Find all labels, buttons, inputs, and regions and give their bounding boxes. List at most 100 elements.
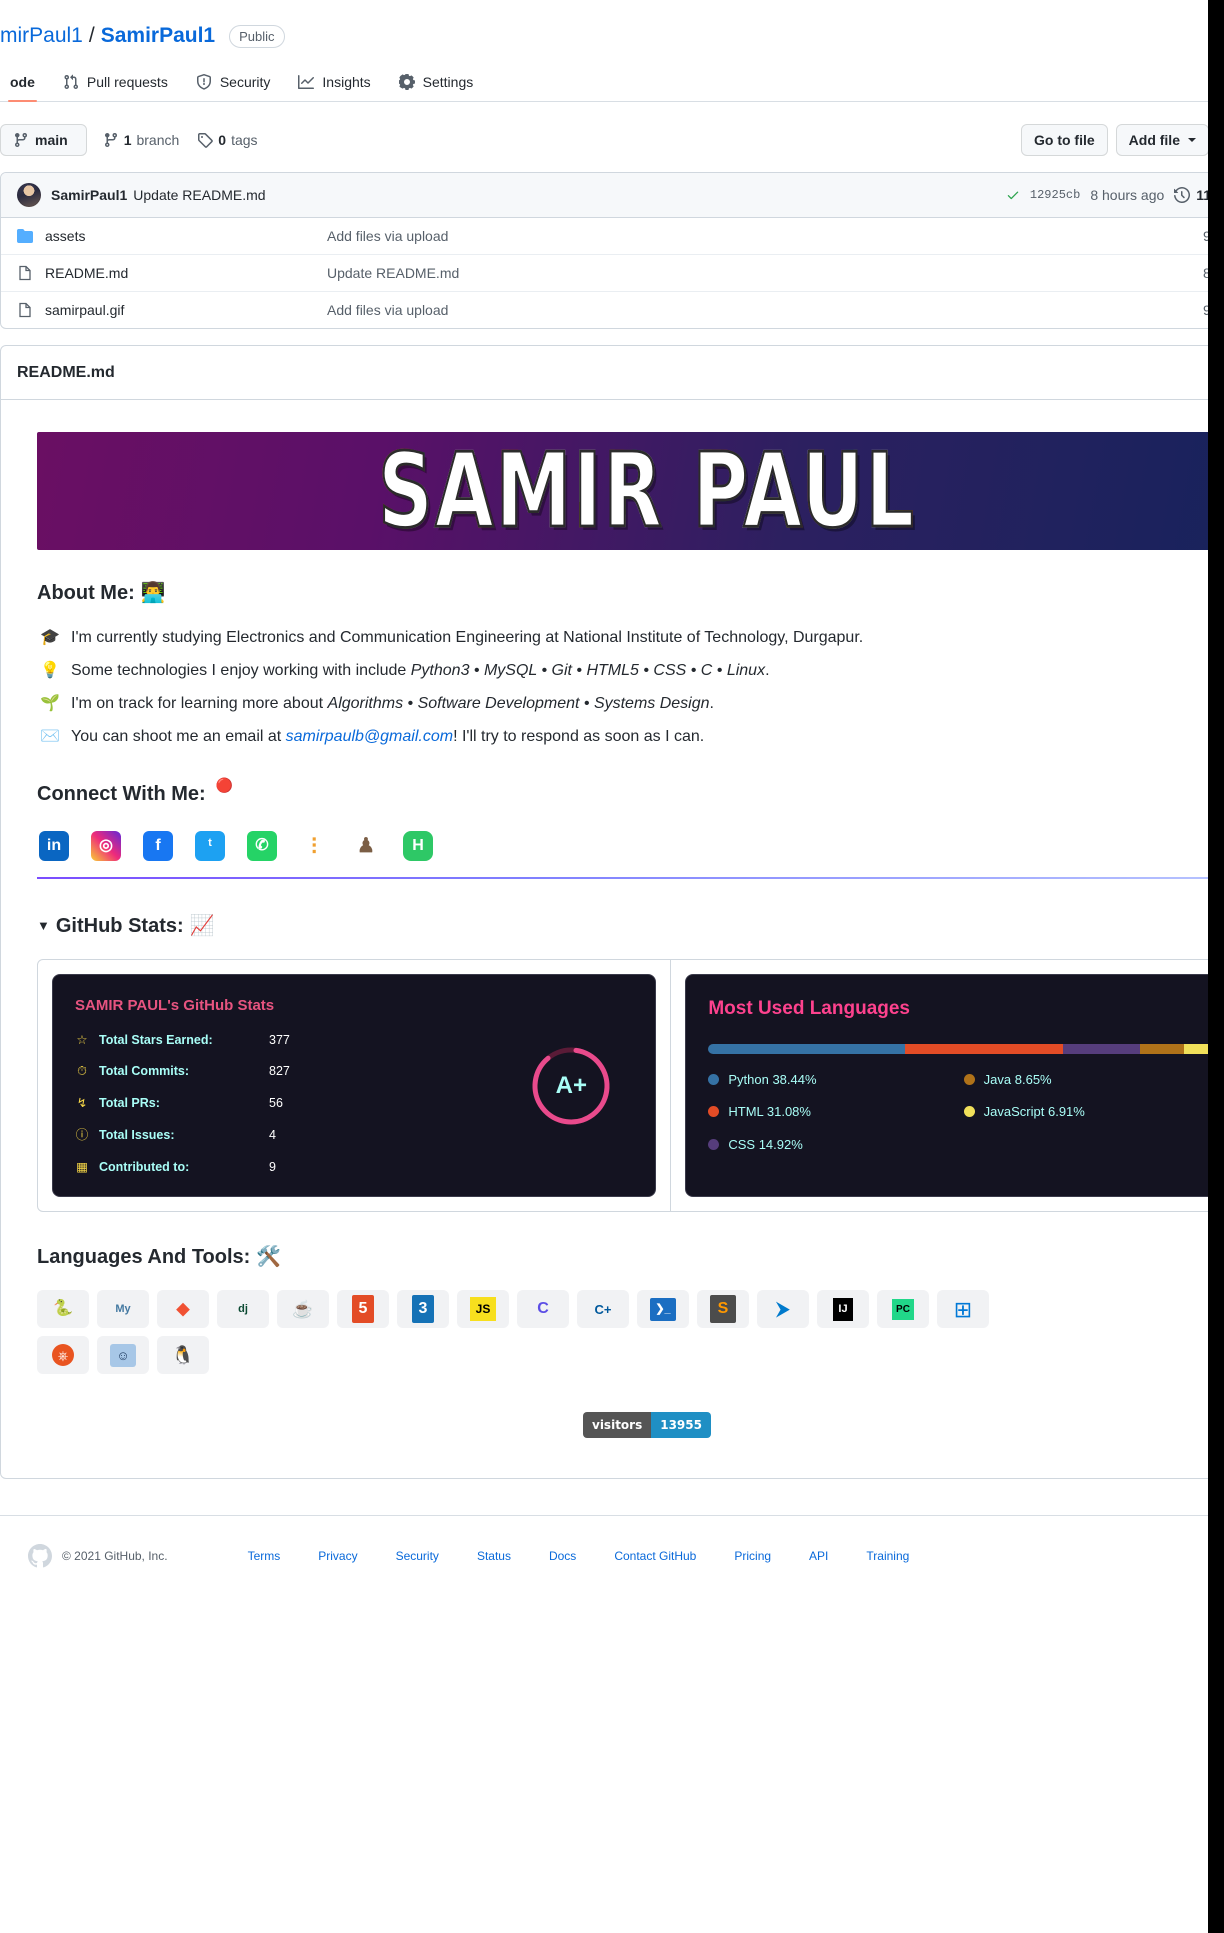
footer-links: Terms Privacy Security Status Docs Conta… <box>248 1549 910 1563</box>
add-file-button[interactable]: Add file <box>1115 124 1208 156</box>
about-item-text: I'm on track for learning more about Alg… <box>71 692 714 716</box>
footer-link-api[interactable]: API <box>809 1549 828 1563</box>
red-circle-emoji-icon: 🔴 <box>215 776 234 793</box>
linux-glyph: 🐧 <box>171 1344 195 1365</box>
file-commit-message[interactable]: Add files via upload <box>327 302 1107 318</box>
footer-link-pricing[interactable]: Pricing <box>734 1549 771 1563</box>
file-name[interactable]: samirpaul.gif <box>45 302 124 318</box>
file-commit-message[interactable]: Update README.md <box>327 265 1107 281</box>
branch-selector[interactable]: main <box>0 124 87 156</box>
hackerrank-icon[interactable]: H <box>403 831 433 861</box>
technologist-emoji-icon: 👨‍💻 <box>140 582 166 604</box>
footer-link-security[interactable]: Security <box>396 1549 439 1563</box>
c-icon[interactable]: C <box>517 1290 569 1329</box>
django-icon[interactable]: dj <box>217 1290 269 1329</box>
connect-heading-text: Connect With Me: <box>37 783 206 805</box>
breadcrumb-separator: / <box>88 24 95 47</box>
tools-list: 🐍 My ⬥ dj ☕ 5 3 JS C C+ ❯_ S ⮞ IJ PC ⊞ ⎈… <box>37 1290 1047 1375</box>
codechef-icon[interactable]: ♟ <box>351 831 381 861</box>
intellij-icon[interactable]: IJ <box>817 1290 869 1329</box>
tab-insights[interactable]: Insights <box>288 66 380 101</box>
tab-pull-requests-label: Pull requests <box>86 74 168 90</box>
ubuntu-icon[interactable]: ⎈ <box>37 1336 89 1375</box>
macos-icon[interactable]: ☺ <box>97 1336 149 1375</box>
table-row[interactable]: README.md Update README.md 8 hours ago <box>1 255 1208 292</box>
pycharm-icon[interactable]: PC <box>877 1290 929 1329</box>
cplusplus-glyph: C+ <box>594 1301 612 1317</box>
visitors-label: visitors <box>583 1412 652 1439</box>
readme-filename: README.md <box>17 363 115 381</box>
javascript-icon[interactable]: JS <box>457 1290 509 1329</box>
tab-settings-label: Settings <box>422 74 474 90</box>
linkedin-icon[interactable]: in <box>39 831 69 861</box>
grade-value: A+ <box>555 1071 588 1099</box>
language-bar-segment-javascript <box>1183 1043 1208 1054</box>
facebook-icon[interactable]: f <box>143 831 173 861</box>
sublimetext-icon[interactable]: S <box>697 1290 749 1329</box>
file-name[interactable]: README.md <box>45 265 128 281</box>
tag-icon <box>198 133 214 148</box>
instagram-icon[interactable]: ◎ <box>91 831 121 861</box>
file-age: 9 hours ago <box>1107 302 1208 318</box>
linux-icon[interactable]: 🐧 <box>157 1336 209 1375</box>
repo-owner-link[interactable]: mirPaul1 <box>0 24 83 48</box>
footer-link-privacy[interactable]: Privacy <box>318 1549 357 1563</box>
stat-value: 377 <box>269 1032 290 1047</box>
java-icon[interactable]: ☕ <box>277 1290 329 1329</box>
footer-link-status[interactable]: Status <box>477 1549 511 1563</box>
email-link[interactable]: samirpaulb@gmail.com <box>286 728 453 745</box>
css3-icon[interactable]: 3 <box>397 1290 449 1329</box>
avatar[interactable] <box>17 183 41 207</box>
tab-pull-requests[interactable]: Pull requests <box>53 66 178 101</box>
visitors-count: 13955 <box>651 1412 711 1439</box>
readme-body: SAMIR PAUL About Me: 👨‍💻 🎓 I'm currently… <box>1 400 1208 1478</box>
mysql-icon[interactable]: My <box>97 1290 149 1329</box>
windows-icon[interactable]: ⊞ <box>937 1290 989 1329</box>
repo-name-link[interactable]: SamirPaul1 <box>101 24 215 48</box>
footer-link-training[interactable]: Training <box>866 1549 909 1563</box>
git-icon[interactable]: ⬥ <box>157 1290 209 1329</box>
tag-count[interactable]: 0 tags <box>197 132 258 148</box>
commits-count[interactable]: 113 commits <box>1174 187 1208 203</box>
branch-count[interactable]: 1 branch <box>103 132 179 148</box>
file-name[interactable]: assets <box>45 228 85 244</box>
github-stats-heading[interactable]: ▼ GitHub Stats: 📈 <box>37 911 1208 941</box>
most-used-languages-card: Most Used Languages Python 38.44% Java 8… <box>685 974 1208 1198</box>
html5-icon[interactable]: 5 <box>337 1290 389 1329</box>
about-me-heading-text: About Me: <box>37 582 135 604</box>
github-stats-card-title: SAMIR PAUL's GitHub Stats <box>75 997 275 1014</box>
commit-author[interactable]: SamirPaul1 <box>51 187 127 203</box>
codeforces-glyph: ⫶ <box>311 833 317 859</box>
legend-label: CSS 14.92% <box>728 1136 803 1152</box>
vscode-glyph: ⮞ <box>775 1298 791 1321</box>
python-icon[interactable]: 🐍 <box>37 1290 89 1329</box>
go-to-file-button[interactable]: Go to file <box>1020 124 1108 156</box>
commit-message[interactable]: Update README.md <box>133 187 265 203</box>
whatsapp-icon[interactable]: ✆ <box>247 831 277 861</box>
stat-label: Total Commits: <box>99 1064 190 1079</box>
powershell-icon[interactable]: ❯_ <box>637 1290 689 1329</box>
footer-link-contact-github[interactable]: Contact GitHub <box>614 1549 696 1563</box>
table-row[interactable]: samirpaul.gif Add files via upload 9 hou… <box>1 292 1208 328</box>
about-item-post: . <box>709 695 714 712</box>
codeforces-icon[interactable]: ⫶ <box>299 831 329 861</box>
about-me-heading: About Me: 👨‍💻 <box>37 578 1208 608</box>
stat-value: 56 <box>269 1096 283 1110</box>
tab-settings[interactable]: Settings <box>389 66 484 101</box>
vscode-icon[interactable]: ⮞ <box>757 1290 809 1329</box>
visibility-badge: Public <box>229 24 285 48</box>
legend-dot-css <box>708 1138 720 1150</box>
django-glyph: dj <box>238 1303 248 1315</box>
table-row[interactable]: assets Add files via upload 9 hours ago <box>1 218 1208 255</box>
commit-sha[interactable]: 12925cb <box>1030 188 1080 202</box>
footer-link-docs[interactable]: Docs <box>549 1549 576 1563</box>
legend-item: CSS 14.92% <box>708 1135 963 1155</box>
tab-security[interactable]: Security <box>186 66 281 101</box>
twitter-icon[interactable]: ᵗ <box>195 831 225 861</box>
file-commit-message[interactable]: Add files via upload <box>327 228 1107 244</box>
add-file-label: Add file <box>1128 132 1180 148</box>
footer-link-terms[interactable]: Terms <box>248 1549 281 1563</box>
language-bar-segment-css <box>1063 1043 1140 1054</box>
cplusplus-icon[interactable]: C+ <box>577 1290 629 1329</box>
tab-code[interactable]: ode <box>0 66 45 102</box>
